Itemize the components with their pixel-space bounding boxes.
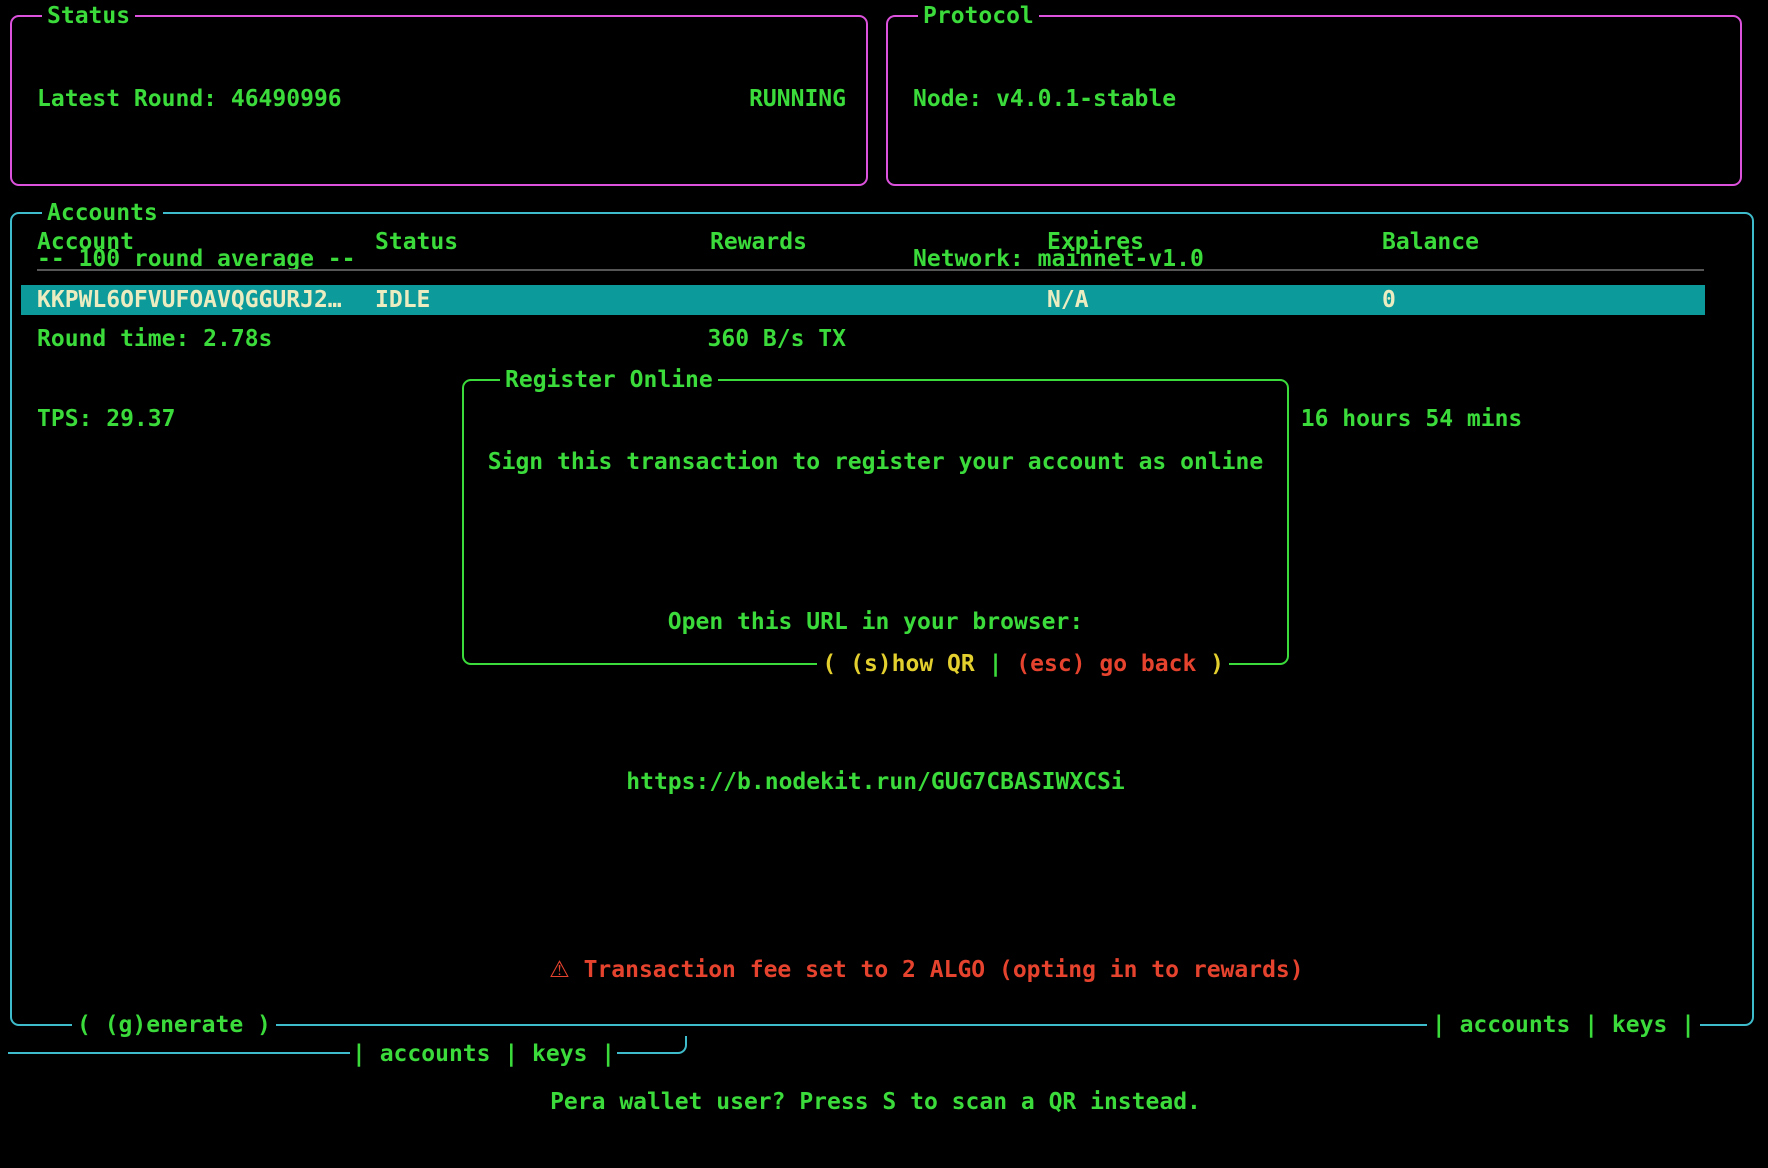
tab-separator: | (352, 1041, 380, 1067)
generate-button[interactable]: ( (g)enerate ) (72, 1011, 276, 1039)
register-modal-title: Register Online (500, 366, 718, 394)
go-back-button[interactable]: (esc) go back (1016, 651, 1196, 677)
column-header-account: Account (37, 228, 134, 256)
open-url-text: Open this URL in your browser: (668, 609, 1083, 635)
tab-keys[interactable]: keys (1612, 1012, 1667, 1038)
spacer-row (913, 165, 1720, 193)
node-state-badge: RUNNING (749, 85, 846, 113)
protocol-panel-title: Protocol (918, 2, 1039, 30)
protocol-panel: Protocol Node: v4.0.1-stable Network: ma… (886, 15, 1742, 186)
show-qr-button[interactable]: ( (s)how QR (822, 651, 974, 677)
tab-separator: | (1570, 1012, 1612, 1038)
spacer-row (466, 688, 1285, 716)
column-header-balance: Balance (1382, 228, 1479, 256)
spacer-row (466, 848, 1285, 876)
nodekit-terminal: { "status_box": { "title": "Status", "la… (0, 0, 1768, 1076)
table-header-separator (37, 269, 1704, 271)
latest-round-text: Latest Round: 46490996 (37, 85, 342, 113)
node-version-text: Node: v4.0.1-stable (913, 85, 1176, 113)
spacer-row (466, 1008, 1285, 1036)
cell-account-address: KKPWL6OFVUFOAVQGGURJ2… (37, 285, 342, 315)
cell-account-status: IDLE (375, 285, 430, 315)
spacer-row (466, 528, 1285, 556)
footer-close-paren: ) (1196, 651, 1224, 677)
footer-separator: | (975, 651, 1017, 677)
cell-account-expires: N/A (1047, 285, 1089, 315)
tab-bar-right: | accounts | keys | (1427, 1011, 1700, 1039)
accounts-panel-title: Accounts (42, 199, 163, 227)
tab-accounts[interactable]: accounts (1460, 1012, 1571, 1038)
account-table-row-selected[interactable]: KKPWL6OFVUFOAVQGGURJ2… IDLE N/A 0 (21, 285, 1705, 315)
spacer-row (37, 165, 846, 193)
modal-footer-actions: ( (s)how QR | (esc) go back ) (817, 650, 1229, 678)
column-header-rewards: Rewards (710, 228, 807, 256)
tab-separator: | (1667, 1012, 1695, 1038)
registration-url-link[interactable]: https://b.nodekit.run/GUG7CBASIWXCSi (626, 769, 1125, 795)
column-header-expires: Expires (1047, 228, 1144, 256)
column-header-status: Status (375, 228, 458, 256)
cell-account-balance: 0 (1382, 285, 1396, 315)
tab-separator: | (1432, 1012, 1460, 1038)
status-panel-title: Status (42, 2, 135, 30)
status-panel: Status Latest Round: 46490996 RUNNING --… (10, 15, 868, 186)
sign-transaction-text: Sign this transaction to register your a… (488, 449, 1263, 475)
transaction-fee-warning-text: Transaction fee set to 2 ALGO (opting in… (570, 957, 1304, 983)
bottom-border-line (8, 1052, 350, 1054)
register-online-modal: Register Online Sign this transaction to… (462, 379, 1289, 665)
pera-wallet-hint-text: Pera wallet user? Press S to scan a QR i… (550, 1089, 1201, 1115)
warning-icon: ⚠ (549, 957, 570, 983)
